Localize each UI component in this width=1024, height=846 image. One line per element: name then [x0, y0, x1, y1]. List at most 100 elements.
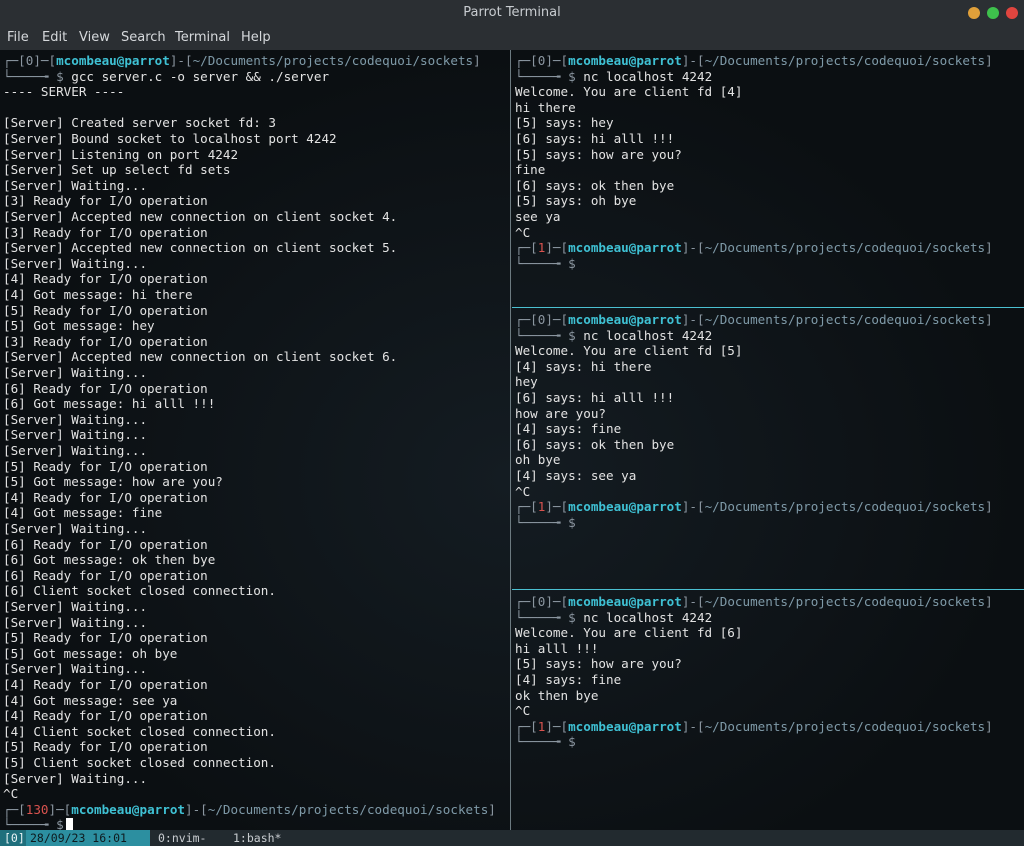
working-directory: ~/Documents/projects/codequoi/sockets: [704, 53, 986, 68]
command-text: nc localhost 4242: [583, 327, 713, 343]
user-host: mcombeau@parrot: [568, 53, 682, 68]
output-line: hi there: [515, 99, 576, 115]
menu-terminal[interactable]: Terminal: [175, 30, 230, 45]
client-pane-2[interactable]: ┌─[0]─[mcombeau@parrot]-[~/Documents/pro…: [512, 309, 1024, 589]
prompt-dollar: $: [568, 255, 576, 271]
prompt-dollar: $: [568, 734, 576, 750]
prompt-dollar: $: [56, 68, 64, 84]
menu-edit[interactable]: Edit: [42, 30, 67, 45]
output-line: [4] Got message: fine: [3, 505, 163, 521]
output-line: ^C: [515, 703, 531, 719]
prompt-sep: ]-[: [681, 499, 705, 515]
tmux-window-0[interactable]: 0:nvim-: [158, 830, 206, 846]
output-line: [5] Ready for I/O operation: [3, 630, 208, 646]
command-line: └────╼ $ nc localhost 4242: [515, 328, 712, 344]
working-directory: ~/Documents/projects/codequoi/sockets: [207, 801, 489, 817]
menu-view[interactable]: View: [79, 30, 110, 45]
prompt-arrow: └────╼: [3, 68, 57, 84]
prompt-end: ]: [985, 240, 993, 256]
output-line: Welcome. You are client fd [6]: [515, 625, 743, 641]
prompt-dollar: $: [568, 514, 576, 530]
prompt-line: ┌─[0]─[mcombeau@parrot]-[~/Documents/pro…: [3, 53, 481, 69]
output-line: [Server] Accepted new connection on clie…: [3, 209, 398, 224]
server-pane[interactable]: ┌─[0]─[mcombeau@parrot]-[~/Documents/pro…: [0, 50, 510, 830]
output-line: [6] says: hi alll !!!: [515, 390, 675, 405]
output-line: [3] Ready for I/O operation: [3, 193, 208, 209]
output-line: [4] Ready for I/O operation: [3, 708, 208, 724]
prompt-sep: ]-[: [681, 594, 705, 609]
output-line: oh bye: [515, 452, 561, 468]
prompt-arrow: └────╼: [515, 514, 569, 530]
command-line: └────╼ $ nc localhost 4242: [515, 610, 712, 626]
prompt-corner: ┌─[: [515, 499, 538, 515]
output-line: ok then bye: [515, 687, 599, 703]
command-line: └────╼ $: [3, 817, 73, 830]
prompt-end: ]: [985, 718, 993, 734]
prompt-arrow: └────╼: [515, 68, 569, 84]
output-line: fine: [515, 162, 546, 178]
command-text: nc localhost 4242: [583, 609, 713, 625]
output-line: [Server] Waiting...: [3, 177, 148, 193]
user-host: mcombeau@parrot: [568, 718, 682, 734]
prompt-arrow: └────╼: [515, 327, 569, 343]
pane-divider-horizontal[interactable]: [512, 307, 1024, 308]
prompt-end: ]: [473, 53, 481, 68]
output-line: [3] Ready for I/O operation: [3, 224, 208, 240]
client-pane-1[interactable]: ┌─[0]─[mcombeau@parrot]-[~/Documents/pro…: [512, 50, 1024, 307]
prompt-dollar: $: [568, 609, 576, 625]
working-directory: ~/Documents/projects/codequoi/sockets: [704, 594, 986, 609]
terminal-cursor: [65, 818, 73, 830]
prompt-end: ]: [985, 499, 993, 515]
output-line: ^C: [515, 483, 531, 499]
command-text: gcc server.c -o server && ./server: [71, 68, 330, 84]
prompt-sep: ]-[: [681, 240, 705, 256]
prompt-corner: ┌─[: [515, 718, 538, 734]
prompt-dollar: $: [568, 68, 576, 84]
prompt-sep: ]─[: [545, 53, 569, 68]
pane-divider-vertical[interactable]: [510, 50, 511, 830]
prompt-end: ]: [488, 801, 496, 817]
prompt-sep: ]─[: [33, 53, 57, 68]
output-line: [5] Got message: hey: [3, 318, 155, 334]
user-host: mcombeau@parrot: [568, 240, 682, 256]
user-host: mcombeau@parrot: [568, 499, 682, 515]
working-directory: ~/Documents/projects/codequoi/sockets: [704, 312, 986, 327]
output-line: [Server] Waiting...: [3, 365, 148, 380]
menu-search[interactable]: Search: [121, 30, 166, 45]
output-line: [5] says: oh bye: [515, 193, 637, 209]
output-line: [Server] Created server socket fd: 3: [3, 115, 276, 131]
prompt-line: ┌─[0]─[mcombeau@parrot]-[~/Documents/pro…: [515, 312, 993, 328]
pane-divider-horizontal[interactable]: [512, 589, 1024, 590]
prompt-arrow: └────╼: [515, 734, 569, 750]
output-line: hi alll !!!: [515, 640, 599, 656]
output-line: [4] Got message: hi there: [3, 287, 193, 302]
close-button[interactable]: [1006, 7, 1018, 19]
output-line: [Server] Accepted new connection on clie…: [3, 349, 398, 365]
output-line: [5] Ready for I/O operation: [3, 458, 208, 474]
user-host: mcombeau@parrot: [56, 53, 170, 68]
prompt-arrow: └────╼: [515, 255, 569, 271]
prompt-dollar: $: [56, 817, 64, 830]
prompt-sep: ]─[: [545, 594, 569, 609]
output-line: [Server] Waiting...: [3, 443, 148, 458]
output-line: [5] says: hey: [515, 115, 614, 131]
terminal-area[interactable]: ┌─[0]─[mcombeau@parrot]-[~/Documents/pro…: [0, 50, 1024, 830]
working-directory: ~/Documents/projects/codequoi/sockets: [704, 718, 986, 734]
prompt-corner: ┌─[: [515, 53, 538, 68]
prompt-sep: ]─[: [545, 718, 569, 734]
menu-file[interactable]: File: [7, 30, 29, 45]
working-directory: ~/Documents/projects/codequoi/sockets: [704, 499, 986, 515]
output-line: [5] Ready for I/O operation: [3, 302, 208, 318]
output-line: [5] Client socket closed connection.: [3, 755, 276, 770]
prompt-arrow: └────╼: [515, 609, 569, 625]
client-pane-3[interactable]: ┌─[0]─[mcombeau@parrot]-[~/Documents/pro…: [512, 591, 1024, 830]
title-bar: Parrot Terminal: [0, 0, 1024, 26]
maximize-button[interactable]: [987, 7, 999, 19]
tmux-window-1[interactable]: 1:bash*: [233, 830, 281, 846]
menu-help[interactable]: Help: [241, 30, 271, 45]
working-directory: ~/Documents/projects/codequoi/sockets: [192, 53, 474, 68]
output-line: [Server] Bound socket to localhost port …: [3, 131, 337, 146]
minimize-button[interactable]: [968, 7, 980, 19]
output-line: [Server] Waiting...: [3, 255, 148, 271]
prompt-corner: ┌─[: [3, 53, 26, 68]
